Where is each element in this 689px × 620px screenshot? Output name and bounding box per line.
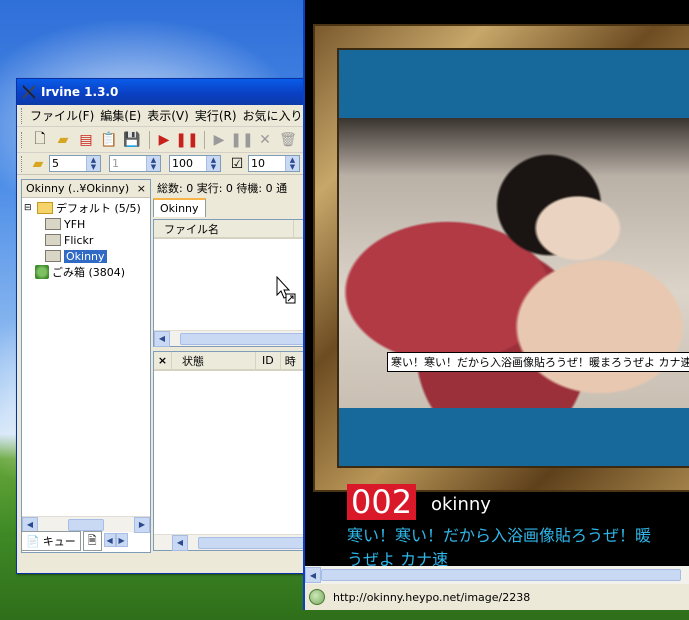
frame-background <box>337 48 689 468</box>
folder-pane-header: Okinny (..¥Okinny) × <box>22 180 150 198</box>
folder-tree: ⊟ デフォルト (5/5) YFH Flickr Okinny ごみ箱 (380… <box>22 198 150 280</box>
tree-collapse-icon[interactable]: ⊟ <box>24 203 34 213</box>
spinner-arrows-icon[interactable]: ▲ ▼ <box>146 156 160 171</box>
picture-frame <box>313 24 689 492</box>
viewer-statusbar: http://okinny.heypo.net/image/2238 <box>305 584 689 610</box>
play-all-icon[interactable]: ▶ <box>154 130 174 150</box>
close-pane-icon[interactable]: × <box>137 182 146 195</box>
tree-item-default[interactable]: ⊟ デフォルト (5/5) <box>24 200 150 216</box>
irvine-titlebar[interactable]: Irvine 1.3.0 <box>17 79 325 105</box>
queue-icon: 📄 <box>26 534 40 548</box>
scroll-thumb[interactable] <box>321 569 681 581</box>
checklist-icon[interactable]: ☑ <box>229 154 245 174</box>
file-list-hscroll[interactable]: ◀ <box>154 330 324 347</box>
paste-icon[interactable]: 📋 <box>99 130 119 150</box>
globe-icon <box>309 589 325 605</box>
status-list[interactable]: × 状態 ID 時 ◀ <box>153 351 325 551</box>
tree-hscroll[interactable]: ◀ ▶ <box>22 516 150 533</box>
irvine-app-icon <box>21 84 37 100</box>
viewer-hscroll[interactable]: ◀ <box>305 566 689 584</box>
count-spinner[interactable]: 10 ▲ ▼ <box>248 155 300 172</box>
toolbar-separator <box>204 130 205 149</box>
toolbar-grip[interactable] <box>21 107 24 124</box>
delete-file-icon[interactable]: ▤ <box>76 130 96 150</box>
download-list-pane: 総数: 0 実行: 0 待機: 0 通 Okinny ファイル名 ◀ × 状態 … <box>153 179 325 553</box>
folder-open-icon <box>37 202 53 214</box>
spinner-arrows-icon[interactable]: ▲ ▼ <box>206 156 220 171</box>
toolbar-grip[interactable] <box>21 155 24 172</box>
pause-icon[interactable]: ❚❚ <box>230 130 253 150</box>
folder-tree-pane: Okinny (..¥Okinny) × ⊟ デフォルト (5/5) YFH F… <box>21 179 151 553</box>
recycle-bin-icon <box>35 265 49 279</box>
scroll-left-icon[interactable]: ◀ <box>305 567 321 583</box>
tab-prev-icon[interactable]: ◀ <box>103 533 116 547</box>
save-icon[interactable]: 💾 <box>122 130 142 150</box>
tree-item-yfh[interactable]: YFH <box>24 216 150 232</box>
play-icon[interactable]: ▶ <box>209 130 229 150</box>
status-url: http://okinny.heypo.net/image/2238 <box>333 590 531 604</box>
status-counters: 総数: 0 実行: 0 待機: 0 通 <box>157 182 288 195</box>
menu-edit[interactable]: 編集(E) <box>100 107 147 124</box>
status-list-header: × 状態 ID 時 <box>154 352 324 371</box>
tree-item-okinny[interactable]: Okinny <box>24 248 150 264</box>
image-tooltip: 寒い！寒い！だから入浴画像貼ろうぜ！暖まろうぜよ カナ速 <box>387 352 689 372</box>
mouse-cursor-icon <box>276 276 296 304</box>
open-folder-icon[interactable]: ▰ <box>53 130 73 150</box>
threads-spinner[interactable]: 5 ▲ ▼ <box>49 155 101 172</box>
tab-log[interactable]: 🗎 <box>82 531 102 551</box>
bottom-tab-strip: 📄 キュー 🗎 ◀ ▶ <box>21 531 151 553</box>
retry-spinner[interactable]: 1 ▲ ▼ <box>109 155 161 172</box>
tab-queue[interactable]: 📄 キュー <box>21 531 81 551</box>
scroll-thumb[interactable] <box>68 518 104 531</box>
new-icon[interactable]: 🗋 <box>30 130 50 150</box>
spinner-arrows-icon[interactable]: ▲ ▼ <box>86 156 100 171</box>
column-status[interactable]: 状態 <box>172 352 256 369</box>
menu-file[interactable]: ファイル(F) <box>30 107 100 124</box>
scroll-thumb[interactable] <box>180 332 314 345</box>
status-list-hscroll[interactable]: ◀ <box>154 534 324 551</box>
tab-next-icon[interactable]: ▶ <box>115 533 128 547</box>
folder-tabs: Okinny <box>153 197 325 217</box>
column-filename[interactable]: ファイル名 <box>154 220 294 237</box>
spinner-arrows-icon[interactable]: ▲ ▼ <box>285 156 299 171</box>
menu-run[interactable]: 実行(R) <box>195 107 243 124</box>
post-number-badge: 002 <box>347 484 417 520</box>
file-list-header: ファイル名 <box>154 220 324 239</box>
column-time[interactable]: 時 <box>281 352 300 369</box>
spinner-bar: ▰ 5 ▲ ▼ 1 ▲ ▼ 100 ▲ ▼ ☑ 10 ▲ ▼ <box>17 153 325 175</box>
poster-name: okinny <box>431 494 491 515</box>
document-icon: 🗎 <box>87 533 97 547</box>
menu-view[interactable]: 表示(V) <box>147 107 195 124</box>
tab-okinny[interactable]: Okinny <box>153 198 206 217</box>
toolbar-separator <box>149 130 150 149</box>
image-viewer-window: 寒い！寒い！だから入浴画像貼ろうぜ！暖まろうぜよ カナ速 002 okinny … <box>303 0 689 610</box>
window-title: Irvine 1.3.0 <box>41 85 119 99</box>
folder-icon <box>45 250 61 262</box>
menu-bar: ファイル(F) 編集(E) 表示(V) 実行(R) お気に入り <box>17 105 325 127</box>
close-status-icon[interactable]: × <box>154 352 172 369</box>
trash-icon[interactable]: 🗑 <box>278 130 298 150</box>
menu-favorites[interactable]: お気に入り <box>243 107 309 124</box>
column-id[interactable]: ID <box>256 352 281 369</box>
caption-text[interactable]: 寒い！寒い！だから入浴画像貼ろうぜ！暖 うぜよ カナ速 <box>347 524 651 572</box>
tree-item-flickr[interactable]: Flickr <box>24 232 150 248</box>
folder-icon: ▰ <box>32 155 44 172</box>
folder-pane-title: Okinny (..¥Okinny) <box>26 182 130 195</box>
irvine-window: Irvine 1.3.0 ファイル(F) 編集(E) 表示(V) 実行(R) お… <box>16 78 326 574</box>
pause-all-icon[interactable]: ❚❚ <box>175 130 198 150</box>
caption-line-1: 寒い！寒い！だから入浴画像貼ろうぜ！暖 <box>347 526 652 545</box>
scroll-thumb[interactable] <box>198 536 314 549</box>
speed-spinner[interactable]: 100 ▲ ▼ <box>169 155 221 172</box>
scroll-left-icon[interactable]: ◀ <box>154 330 170 347</box>
toolbar-grip[interactable] <box>21 131 24 148</box>
tree-item-trash[interactable]: ごみ箱 (3804) <box>24 264 150 280</box>
folder-icon <box>45 234 61 246</box>
folder-icon <box>45 218 61 230</box>
cancel-icon[interactable]: ✕ <box>255 130 275 150</box>
scroll-left-icon[interactable]: ◀ <box>172 534 188 551</box>
main-toolbar: 🗋 ▰ ▤ 📋 💾 ▶ ❚❚ ▶ ❚❚ ✕ 🗑 <box>17 127 325 153</box>
file-list[interactable]: ファイル名 ◀ <box>153 219 325 347</box>
